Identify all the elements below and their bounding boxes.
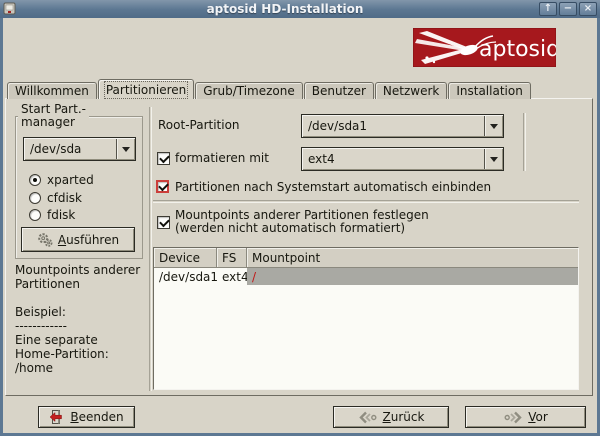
mountpoints-hint-text: Mountpoints anderer Partitionen Beispiel…	[15, 263, 141, 375]
quit-button[interactable]: Beenden	[38, 406, 135, 428]
root-partition-value: /dev/sda1	[308, 119, 368, 133]
chevron-down-icon	[122, 146, 130, 152]
radio-cfdisk[interactable]	[29, 192, 41, 204]
column-header-mountpoint[interactable]: Mountpoint	[247, 248, 578, 267]
tab-grub-timezone[interactable]: Grub/Timezone	[195, 82, 303, 99]
shade-button[interactable]: ↑	[539, 2, 557, 16]
radio-xparted-label[interactable]: xparted	[47, 174, 94, 187]
window-title: aptosid HD-Installation	[206, 2, 364, 16]
aptosid-logo: aptosid	[413, 28, 556, 67]
back-button-label: Zurück	[382, 410, 425, 424]
tab-installation[interactable]: Installation	[448, 82, 531, 99]
filesystem-value: ext4	[308, 152, 335, 166]
forward-arrow-icon	[504, 411, 522, 423]
app-window: aptosid HD-Installation ↑ − × aptosid Wi…	[0, 0, 600, 436]
back-button[interactable]: Zurück	[333, 406, 449, 428]
root-partition-arrow[interactable]	[484, 116, 503, 136]
minimize-icon: −	[563, 3, 573, 14]
disk-select[interactable]: /dev/sda	[23, 137, 136, 161]
back-arrow-icon	[358, 411, 377, 423]
disk-select-value: /dev/sda	[30, 142, 82, 156]
cell-device[interactable]: /dev/sda1	[154, 270, 217, 284]
brand-text: aptosid	[479, 37, 556, 62]
cell-mountpoint[interactable]: /	[247, 268, 578, 285]
close-icon: ×	[583, 3, 593, 14]
format-checkbox[interactable]	[157, 152, 170, 165]
exit-door-icon	[50, 410, 63, 424]
run-button-label: Ausführen	[57, 232, 120, 247]
column-separator	[149, 107, 151, 391]
close-button[interactable]: ×	[579, 2, 597, 16]
mountpoint-table: Device FS Mountpoint /dev/sda1 ext4 /	[153, 247, 579, 390]
chevron-down-icon	[490, 156, 498, 162]
chevron-down-icon	[490, 123, 498, 129]
automount-checkbox[interactable]	[156, 180, 169, 193]
other-mountpoints-label[interactable]: Mountpoints anderer Partitionen festlege…	[175, 209, 429, 235]
app-icon[interactable]	[3, 2, 16, 15]
table-row[interactable]: /dev/sda1 ext4 /	[154, 268, 578, 285]
tab-willkommen[interactable]: Willkommen	[7, 82, 97, 99]
disk-select-arrow[interactable]	[116, 139, 135, 159]
tab-netzwerk[interactable]: Netzwerk	[374, 82, 448, 99]
titlebar[interactable]: aptosid HD-Installation ↑ − ×	[0, 0, 600, 18]
radio-fdisk-label[interactable]: fdisk	[47, 209, 75, 222]
format-checkbox-label[interactable]: formatieren mit	[175, 152, 269, 165]
column-header-device[interactable]: Device	[154, 248, 217, 267]
next-button-label: Vor	[528, 410, 548, 424]
shade-icon: ↑	[543, 3, 553, 14]
tab-bar: Willkommen Partitionieren Grub/Timezone …	[7, 79, 532, 99]
next-button[interactable]: Vor	[465, 406, 586, 428]
tab-partitionieren[interactable]: Partitionieren	[97, 79, 195, 99]
gears-icon	[38, 232, 53, 247]
automount-checkbox-label[interactable]: Partitionen nach Systemstart automatisch…	[175, 181, 491, 194]
tab-benutzer[interactable]: Benutzer	[303, 82, 374, 99]
partmanager-group-title: Start Part.- manager	[18, 103, 89, 129]
root-partition-label: Root-Partition	[158, 118, 240, 132]
radio-xparted[interactable]	[29, 174, 41, 186]
radio-cfdisk-label[interactable]: cfdisk	[47, 192, 82, 205]
other-mountpoints-checkbox[interactable]	[157, 216, 170, 229]
partition-page: Start Part.- manager /dev/sda xparted cf…	[5, 98, 593, 396]
minimize-button[interactable]: −	[559, 2, 577, 16]
radio-fdisk[interactable]	[29, 209, 41, 221]
root-partition-select[interactable]: /dev/sda1	[301, 114, 504, 138]
cell-fs[interactable]: ext4	[217, 270, 247, 284]
table-header-row: Device FS Mountpoint	[154, 248, 578, 268]
run-partmanager-button[interactable]: Ausführen	[21, 227, 135, 252]
filesystem-arrow[interactable]	[484, 149, 503, 169]
column-header-fs[interactable]: FS	[217, 248, 247, 267]
dialog-body: aptosid Willkommen Partitionieren Grub/T…	[3, 18, 597, 433]
combo-frame-edge	[523, 113, 525, 171]
filesystem-select[interactable]: ext4	[301, 147, 504, 171]
quit-button-label: Beenden	[70, 410, 124, 424]
section-separator	[153, 200, 579, 202]
